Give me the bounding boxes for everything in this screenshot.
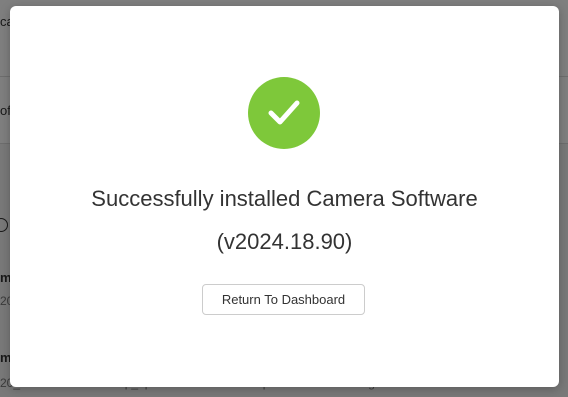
version-label: (v2024.18.90): [216, 229, 353, 254]
checkmark-icon: [268, 100, 300, 125]
return-to-dashboard-button[interactable]: Return To Dashboard: [202, 284, 365, 315]
check-circle-icon: [248, 77, 320, 149]
install-success-modal: Successfully installed Camera Software (…: [10, 6, 559, 387]
success-title: Successfully installed Camera Software: [91, 186, 478, 211]
